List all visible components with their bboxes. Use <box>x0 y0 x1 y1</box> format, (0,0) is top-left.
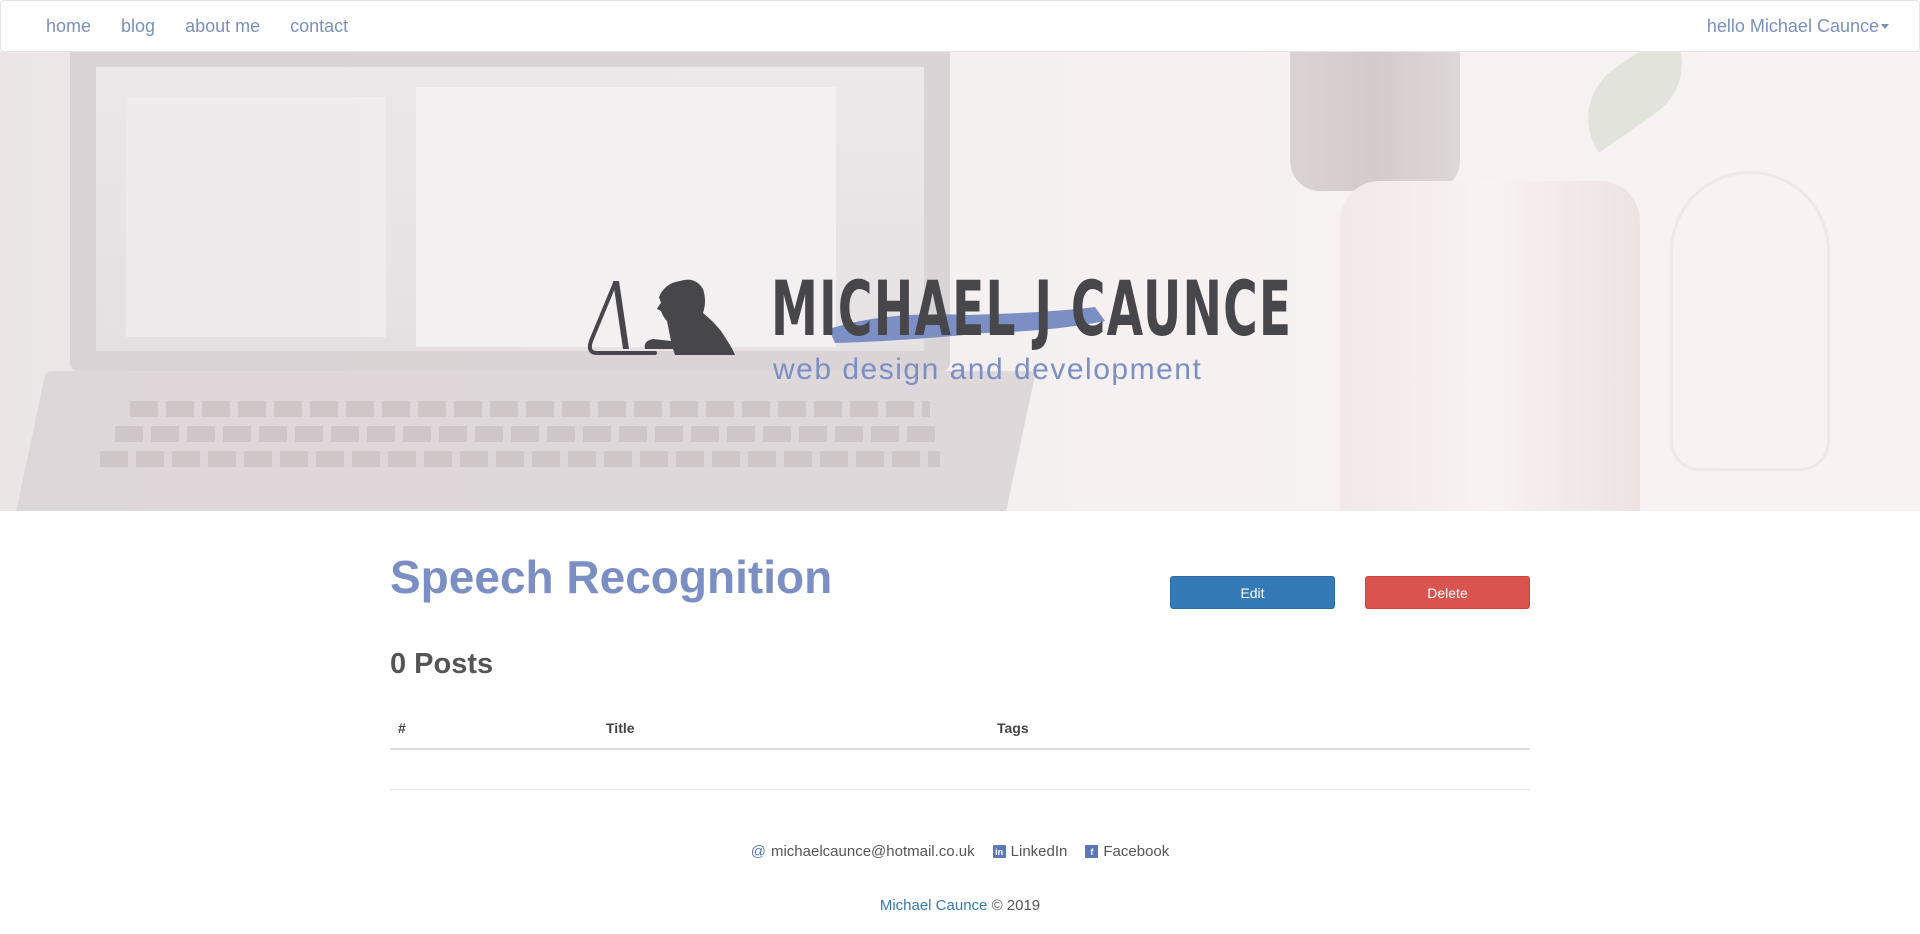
edit-button[interactable]: Edit <box>1170 576 1335 609</box>
nav-links: home blog about me contact <box>31 1 363 51</box>
table-body <box>390 750 1530 790</box>
footer-linkedin-label: LinkedIn <box>1010 843 1068 860</box>
caret-down-icon <box>1881 23 1889 29</box>
nav-link-blog[interactable]: blog <box>106 1 170 51</box>
page-title: Speech Recognition <box>390 551 833 603</box>
user-menu-dropdown[interactable]: hello Michael Caunce <box>1707 1 1889 51</box>
facebook-icon: f <box>1085 845 1099 858</box>
linkedin-icon: in <box>992 845 1006 858</box>
posts-count: 0 Posts <box>390 648 494 680</box>
hero-mug-image <box>1340 181 1640 511</box>
footer-linkedin-link[interactable]: in LinkedIn <box>992 843 1068 860</box>
nav-link-home[interactable]: home <box>31 1 106 51</box>
footer-links: @ michaelcaunce@hotmail.co.uk in LinkedI… <box>0 843 1920 860</box>
logo-subtitle: web design and development <box>773 353 1203 386</box>
copyright-text: © 2019 <box>991 897 1041 914</box>
column-header-title: Title <box>606 720 635 736</box>
footer-facebook-label: Facebook <box>1103 843 1170 860</box>
posts-table: # Title Tags <box>390 706 1530 790</box>
footer-copyright: Michael Caunce © 2019 <box>0 897 1920 914</box>
logo-title: MICHAEL J CAUNCE <box>771 264 1293 353</box>
hero-banner: MICHAEL J CAUNCE web design and developm… <box>0 51 1920 511</box>
at-icon: @ <box>750 843 766 860</box>
copyright-name-link[interactable]: Michael Caunce <box>880 897 988 914</box>
delete-button[interactable]: Delete <box>1365 576 1530 609</box>
footer-email-link[interactable]: @ michaelcaunce@hotmail.co.uk <box>751 843 975 860</box>
hero-vase-image <box>1670 171 1830 471</box>
footer-facebook-link[interactable]: f Facebook <box>1085 843 1169 860</box>
user-menu-label: hello Michael Caunce <box>1706 15 1879 36</box>
table-header: # Title Tags <box>390 706 1530 750</box>
column-header-tags: Tags <box>997 720 1029 736</box>
site-logo: MICHAEL J CAUNCE web design and developm… <box>585 221 1291 386</box>
hero-bottle-image <box>1290 51 1460 191</box>
footer-email-label: michaelcaunce@hotmail.co.uk <box>770 843 975 860</box>
nav-link-contact[interactable]: contact <box>275 1 363 51</box>
column-header-number: # <box>398 720 406 736</box>
navbar: home blog about me contact hello Michael… <box>0 0 1920 52</box>
nav-link-about[interactable]: about me <box>170 1 275 51</box>
